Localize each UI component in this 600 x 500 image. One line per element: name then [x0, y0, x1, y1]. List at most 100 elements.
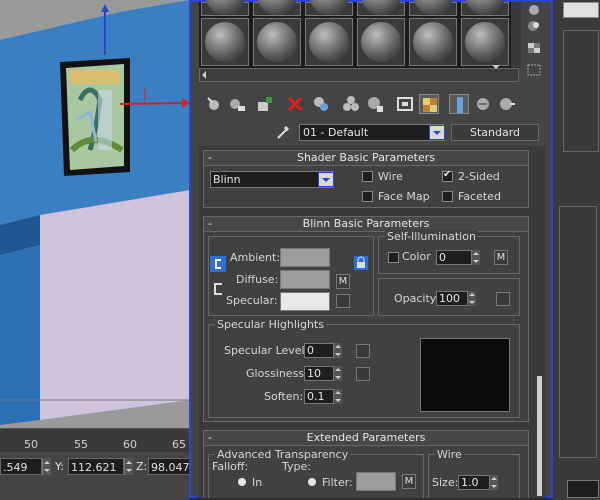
command-panel-group	[559, 206, 597, 458]
lock-ambient-diffuse-icon[interactable]	[210, 256, 226, 272]
show-in-viewport-icon[interactable]	[419, 94, 439, 114]
specular-level-spinner[interactable]	[334, 343, 342, 358]
sample-type-icon[interactable]	[527, 4, 541, 16]
self-illum-map-button[interactable]: M	[494, 250, 508, 265]
coordinate-bar: .549 Y: 112.621 Z: 98.047	[0, 452, 190, 500]
material-name-dropdown-button[interactable]	[429, 125, 445, 140]
specular-level-field[interactable]: 0	[304, 343, 334, 358]
glossiness-label: Glossiness:	[246, 367, 308, 380]
glossiness-spinner[interactable]	[334, 366, 342, 381]
show-end-result-icon[interactable]	[449, 94, 469, 114]
shader-basic-rollout-header[interactable]: - Shader Basic Parameters	[203, 150, 529, 166]
put-to-library-icon[interactable]	[341, 94, 361, 114]
command-panel-list	[563, 30, 599, 152]
material-editor-window: 01 - Default Standard - Shader Basic Par…	[189, 0, 553, 498]
viewport-3d[interactable]: 50 55 60 65 .549 Y: 112.621 Z: 98.047	[0, 0, 190, 500]
reset-map-icon[interactable]	[285, 94, 305, 114]
assign-to-selection-icon[interactable]	[255, 94, 275, 114]
specular-map-slot[interactable]	[336, 294, 350, 308]
rollout-panel: - Shader Basic Parameters Blinn Wire 2-S…	[199, 146, 535, 498]
filter-map-button[interactable]: M	[402, 474, 416, 489]
falloff-in-radio[interactable]	[238, 478, 246, 486]
sample-slot[interactable]	[305, 0, 353, 16]
wire-size-field[interactable]: 1.0	[458, 475, 490, 490]
rollout-title: Extended Parameters	[306, 431, 426, 444]
extended-rollout-header[interactable]: - Extended Parameters	[203, 430, 529, 446]
scroll-down-icon[interactable]	[492, 65, 500, 69]
shader-dropdown-button[interactable]	[318, 172, 334, 187]
y-coordinate-field[interactable]: 112.621	[68, 458, 124, 475]
lock-diffuse-specular-icon[interactable]	[212, 282, 224, 296]
self-illum-spinner[interactable]	[472, 250, 480, 265]
specular-color-swatch[interactable]	[280, 292, 330, 311]
glossiness-field[interactable]: 10	[304, 366, 334, 381]
scrollbar-thumb[interactable]	[537, 376, 542, 496]
scroll-left-icon[interactable]	[202, 71, 206, 79]
rollout-scrollbar[interactable]	[535, 146, 545, 498]
x-spinner[interactable]	[42, 458, 51, 475]
material-type-button[interactable]: Standard	[451, 124, 539, 141]
shader-type-dropdown[interactable]: Blinn	[210, 171, 334, 188]
glossiness-map-slot[interactable]	[356, 367, 370, 381]
ambient-color-swatch[interactable]	[280, 248, 330, 267]
material-name-field[interactable]: 01 - Default	[299, 124, 445, 141]
background-icon[interactable]	[527, 42, 541, 54]
wire-size-label: Size:	[432, 476, 459, 489]
filter-color-swatch[interactable]	[356, 472, 396, 491]
sample-uv-tiling-icon[interactable]	[527, 64, 541, 76]
soften-spinner[interactable]	[334, 389, 342, 404]
make-unique-icon[interactable]	[311, 94, 331, 114]
go-forward-sibling-icon[interactable]	[497, 94, 517, 114]
faceted-checkbox[interactable]	[442, 191, 453, 202]
command-panel-field[interactable]	[563, 2, 599, 18]
sample-slot[interactable]	[253, 0, 301, 16]
material-id-channel-icon[interactable]	[365, 94, 385, 114]
face-map-checkbox[interactable]	[362, 191, 373, 202]
eyedropper-icon[interactable]	[275, 124, 291, 140]
timeline-tick: 60	[123, 438, 137, 451]
put-to-scene-icon[interactable]	[227, 94, 247, 114]
show-map-icon[interactable]	[395, 94, 415, 114]
command-panel-value-field[interactable]	[567, 480, 599, 498]
opacity-spinner[interactable]	[468, 291, 476, 306]
slots-horizontal-scrollbar[interactable]	[199, 65, 519, 82]
backlight-icon[interactable]	[527, 20, 541, 32]
two-sided-checkbox[interactable]	[442, 169, 453, 182]
y-label: Y:	[55, 460, 64, 473]
wire-checkbox[interactable]	[362, 171, 373, 182]
sample-slot[interactable]	[461, 0, 509, 16]
timeline-tick: 65	[172, 438, 186, 451]
opacity-label: Opacity:	[394, 292, 440, 305]
sample-slot[interactable]	[409, 18, 457, 66]
sample-slot[interactable]	[201, 0, 249, 16]
sample-slot[interactable]	[305, 18, 353, 66]
get-material-icon[interactable]	[205, 94, 225, 114]
blinn-basic-rollout-header[interactable]: - Blinn Basic Parameters	[203, 216, 529, 232]
face-map-label: Face Map	[378, 190, 430, 203]
opacity-map-slot[interactable]	[496, 292, 510, 306]
timeline-ruler[interactable]: 50 55 60 65	[0, 428, 190, 453]
filter-radio[interactable]	[308, 478, 316, 486]
y-spinner[interactable]	[124, 458, 133, 475]
sample-slot[interactable]	[461, 18, 509, 66]
diffuse-color-swatch[interactable]	[280, 270, 330, 289]
command-panel-edge	[553, 0, 600, 500]
self-illum-color-checkbox[interactable]	[388, 252, 399, 263]
self-illumination-title: Self-Illumination	[385, 230, 478, 243]
self-illum-value-field[interactable]: 0	[436, 250, 472, 265]
soften-field[interactable]: 0.1	[304, 389, 334, 404]
specular-level-map-slot[interactable]	[356, 344, 370, 358]
go-to-parent-icon[interactable]	[473, 94, 493, 114]
lock-icon[interactable]	[354, 256, 368, 270]
wire-size-spinner[interactable]	[490, 475, 498, 490]
sample-slot[interactable]	[253, 18, 301, 66]
diffuse-map-button[interactable]: M	[336, 274, 350, 289]
sample-slot[interactable]	[357, 18, 405, 66]
sample-slot[interactable]	[201, 18, 249, 66]
sample-slot[interactable]	[357, 0, 405, 16]
opacity-field[interactable]: 100	[436, 291, 468, 306]
x-coordinate-field[interactable]: .549	[0, 458, 42, 475]
extended-rollout: Advanced Transparency Falloff: Type: In …	[203, 446, 529, 498]
z-coordinate-field[interactable]: 98.047	[148, 458, 190, 475]
sample-slot[interactable]	[409, 0, 457, 16]
